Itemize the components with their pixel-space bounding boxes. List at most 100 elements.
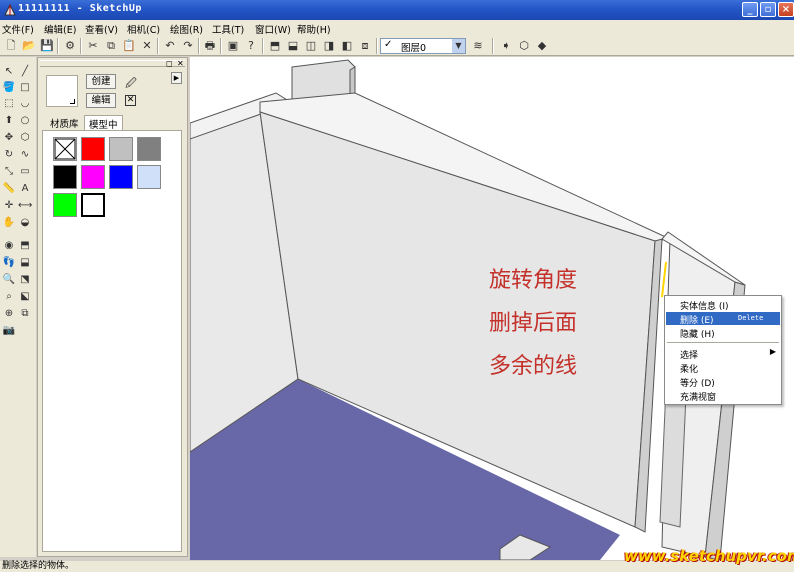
paint-bucket-icon[interactable]: 🪣 bbox=[2, 81, 16, 95]
context-menu: 实体信息 (I) 删除 (E) Delete 隐藏 (H) 选择 ▶ 柔化 等分 (… bbox=[664, 295, 782, 405]
undo-icon[interactable]: ↶ bbox=[162, 38, 178, 54]
zoom-extents-icon[interactable]: ⊕ bbox=[2, 307, 16, 321]
edit-material-button[interactable]: 编辑 bbox=[86, 93, 116, 108]
front-view-icon[interactable]: ◫ bbox=[303, 38, 319, 54]
maximize-button[interactable]: ▫ bbox=[760, 2, 776, 17]
paste-icon[interactable]: 📋 bbox=[121, 38, 137, 54]
swatch-black[interactable] bbox=[53, 165, 77, 189]
circle-tool-icon[interactable]: ○ bbox=[18, 114, 32, 128]
right-view-icon[interactable]: ◨ bbox=[321, 38, 337, 54]
save-icon[interactable]: 💾 bbox=[39, 38, 55, 54]
menu-zoom-extents[interactable]: 充满视窗 bbox=[666, 389, 780, 403]
drawing-tool-palette: ↖ ╱ 🪣 □ ⬚ ◡ ⬆ ○ ✥ ⬡ ↻ ∿ ⤡ ▭ 📏 A ✛ ⟷ ✋ ◒ … bbox=[0, 57, 36, 557]
swatch-gray[interactable] bbox=[137, 137, 161, 161]
component-tool-icon[interactable]: ⬚ bbox=[2, 97, 16, 111]
pan-tool-icon[interactable]: ✋ bbox=[2, 216, 16, 230]
swatch-light-blue[interactable] bbox=[137, 165, 161, 189]
left-view-icon[interactable]: ⧈ bbox=[357, 38, 373, 54]
swatch-light-gray[interactable] bbox=[109, 137, 133, 161]
menu-edit[interactable]: 编辑(E) bbox=[44, 22, 76, 36]
section-cuts-icon[interactable]: ◆ bbox=[534, 38, 550, 54]
toolbar-separator bbox=[80, 38, 82, 54]
box-view-3-icon[interactable]: ⬔ bbox=[18, 273, 32, 287]
line-tool-icon[interactable]: ╱ bbox=[18, 65, 32, 79]
menu-tools[interactable]: 工具(T) bbox=[212, 22, 244, 36]
zoom-window-icon[interactable]: ⌕ bbox=[2, 290, 16, 304]
copy-icon[interactable]: ⧉ bbox=[103, 38, 119, 54]
select-arrow-icon[interactable]: ↖ bbox=[2, 65, 16, 79]
new-icon[interactable]: 🗋 bbox=[3, 38, 19, 54]
menu-hide[interactable]: 隐藏 (H) bbox=[666, 326, 780, 340]
tab-library[interactable]: 材质库 bbox=[46, 115, 83, 130]
menu-camera[interactable]: 相机(C) bbox=[127, 22, 160, 36]
section-plane-icon[interactable]: ➧ bbox=[498, 38, 514, 54]
menu-select[interactable]: 选择 ▶ bbox=[666, 347, 780, 361]
dimension-tool-icon[interactable]: ⟷ bbox=[18, 199, 32, 213]
footprints-icon[interactable]: 👣 bbox=[2, 256, 16, 270]
rotate-tool-icon[interactable]: ↻ bbox=[2, 148, 16, 162]
menu-soften[interactable]: 柔化 bbox=[666, 361, 780, 375]
menu-divide[interactable]: 等分 (D) bbox=[666, 375, 780, 389]
column-side bbox=[349, 66, 356, 99]
orbit-icon[interactable]: ◉ bbox=[2, 239, 16, 253]
move-tool-icon[interactable]: ✥ bbox=[2, 131, 16, 145]
reset-material-icon[interactable]: ✕ bbox=[125, 95, 136, 106]
swatch-white-selected[interactable] bbox=[81, 193, 105, 217]
menu-entity-info[interactable]: 实体信息 (I) bbox=[666, 298, 780, 312]
eyedropper-icon[interactable]: 🖉 bbox=[124, 75, 138, 90]
swatch-default[interactable] bbox=[53, 137, 77, 161]
back-view-icon[interactable]: ◧ bbox=[339, 38, 355, 54]
panel-close-icon[interactable]: ✕ bbox=[177, 59, 184, 68]
swatch-magenta[interactable] bbox=[81, 165, 105, 189]
details-arrow-button[interactable]: ▶ bbox=[171, 72, 182, 84]
display-section-icon[interactable]: ⬡ bbox=[516, 38, 532, 54]
offset-tool-icon[interactable]: ▭ bbox=[18, 165, 32, 179]
arc-tool-icon[interactable]: ◡ bbox=[18, 97, 32, 111]
box-view-4-icon[interactable]: ⬕ bbox=[18, 290, 32, 304]
menu-view[interactable]: 查看(V) bbox=[85, 22, 118, 36]
scale-tool-icon[interactable]: ⤡ bbox=[2, 165, 16, 179]
box-view-icon[interactable]: ⬒ bbox=[18, 239, 32, 253]
axes-tool-icon[interactable]: ✛ bbox=[2, 199, 16, 213]
print-icon[interactable]: 🖶 bbox=[202, 38, 218, 54]
menu-help[interactable]: 帮助(H) bbox=[297, 22, 331, 36]
tape-measure-icon[interactable]: 📏 bbox=[2, 182, 16, 196]
panel-grip[interactable] bbox=[40, 60, 185, 67]
top-view-icon[interactable]: ⬓ bbox=[285, 38, 301, 54]
create-material-button[interactable]: 创建 bbox=[86, 74, 116, 89]
menu-window[interactable]: 窗口(W) bbox=[255, 22, 291, 36]
chevron-down-icon[interactable]: ▼ bbox=[452, 39, 465, 53]
open-icon[interactable]: 📂 bbox=[21, 38, 37, 54]
panel-pin-icon[interactable]: ◻ bbox=[166, 59, 173, 68]
iso-view-icon[interactable]: ⬒ bbox=[267, 38, 283, 54]
tab-in-model[interactable]: 模型中 bbox=[84, 115, 123, 131]
push-pull-icon[interactable]: ⬆ bbox=[2, 114, 16, 128]
swatch-blue[interactable] bbox=[109, 165, 133, 189]
box-view-2-icon[interactable]: ⬓ bbox=[18, 256, 32, 270]
zoom-icon[interactable]: 🔍 bbox=[2, 273, 16, 287]
swatch-green[interactable] bbox=[53, 193, 77, 217]
protractor-icon[interactable]: ◒ bbox=[18, 216, 32, 230]
material-preview bbox=[46, 75, 78, 107]
rectangle-tool-icon[interactable]: □ bbox=[18, 81, 32, 95]
redo-icon[interactable]: ↷ bbox=[180, 38, 196, 54]
polygon-tool-icon[interactable]: ⬡ bbox=[18, 131, 32, 145]
cut-icon[interactable]: ✂ bbox=[85, 38, 101, 54]
menu-draw[interactable]: 绘图(R) bbox=[170, 22, 203, 36]
layers-icon[interactable]: ≋ bbox=[470, 38, 486, 54]
swatch-red[interactable] bbox=[81, 137, 105, 161]
minimize-button[interactable]: _ bbox=[742, 2, 758, 17]
erase-icon[interactable]: ✕ bbox=[139, 38, 155, 54]
make-component-icon[interactable]: ⚙ bbox=[62, 38, 78, 54]
text-tool-icon[interactable]: A bbox=[18, 182, 32, 196]
close-button[interactable]: × bbox=[778, 2, 794, 17]
menu-delete[interactable]: 删除 (E) Delete bbox=[666, 312, 780, 326]
checkmark-icon: ✓ bbox=[384, 39, 393, 50]
box-view-5-icon[interactable]: ⧉ bbox=[18, 307, 32, 321]
model-info-icon[interactable]: ▣ bbox=[225, 38, 241, 54]
freehand-tool-icon[interactable]: ∿ bbox=[18, 148, 32, 162]
help-icon[interactable]: ? bbox=[243, 38, 259, 54]
position-camera-icon[interactable]: 📷 bbox=[2, 324, 16, 338]
menu-file[interactable]: 文件(F) bbox=[2, 22, 34, 36]
layer-dropdown[interactable]: ✓ 图层0 ▼ bbox=[380, 38, 466, 54]
